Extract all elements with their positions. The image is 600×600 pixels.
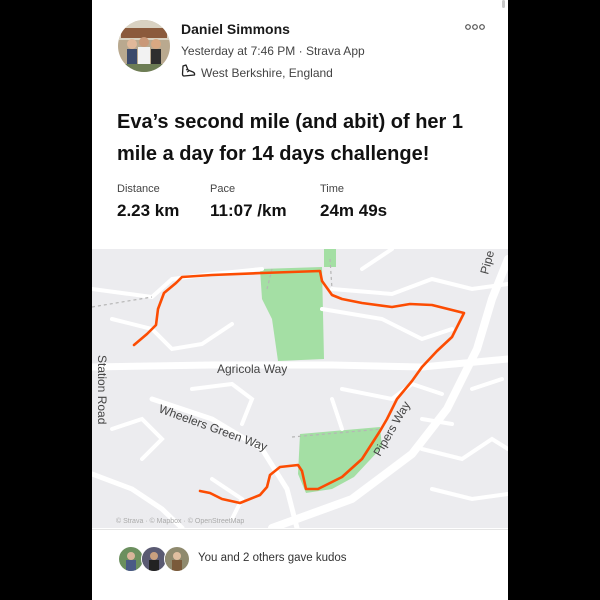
stat-label: Time [320,183,345,195]
activity-card: Daniel Simmons Yesterday at 7:46 PM · St… [92,0,508,600]
scrollbar[interactable] [502,0,505,8]
activity-title-line1: Eva’s second mile (and abit) of her 1 [117,111,464,133]
stat-pace: Pace 11:07 /km [210,183,287,221]
athlete-avatar[interactable] [118,20,170,72]
map-park [324,249,336,267]
divider [92,529,508,530]
kudos-avatar[interactable] [164,546,190,572]
kudos-text[interactable]: You and 2 others gave kudos [198,552,347,564]
more-options-icon[interactable] [464,20,486,34]
activity-location: West Berkshire, England [181,64,333,81]
kudos-row[interactable]: You and 2 others gave kudos [92,540,508,578]
stat-value: 11:07 /km [210,201,287,220]
stat-value: 2.23 km [117,201,180,220]
shoe-icon [181,64,196,81]
stat-time: Time 24m 49s [320,183,387,221]
location-text: West Berkshire, England [201,65,333,80]
stat-label: Distance [117,183,160,195]
street-label: Agricola Way [217,362,287,376]
street-label: Station Road [95,355,109,424]
stat-distance: Distance 2.23 km [117,183,179,221]
map-attribution: © Strava · © Mapbox · © OpenStreetMap [116,517,244,525]
activity-title[interactable]: Eva’s second mile (and abit) of her 1 mi… [117,106,487,170]
stat-label: Pace [210,183,236,195]
athlete-name[interactable]: Daniel Simmons [181,21,290,37]
activity-title-line2: mile a day for 14 days challenge! [117,143,430,165]
route-map[interactable]: Agricola Way Wheelers Green Way Pipers W… [92,247,508,532]
stat-value: 24m 49s [320,201,388,220]
post-timestamp: Yesterday at 7:46 PM · Strava App [181,44,365,58]
